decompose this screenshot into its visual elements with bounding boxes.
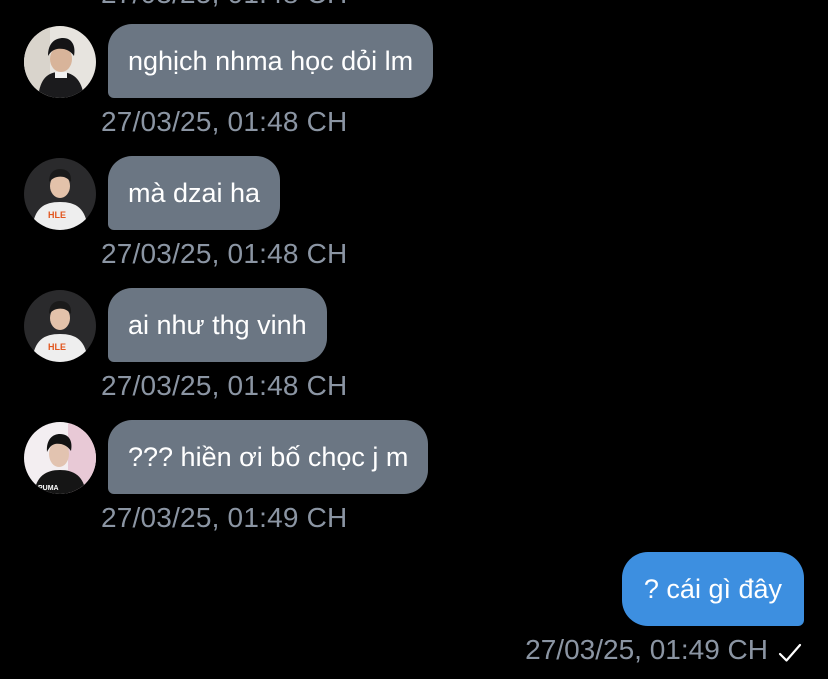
outgoing-message-timestamp: 27/03/25, 01:49 CH [525,634,768,665]
message-bubble[interactable]: ai như thg vinh [108,288,327,362]
message-bubble[interactable]: mà dzai ha [108,156,281,230]
outgoing-message-bubble[interactable]: ? cái gì đây [621,552,804,626]
hle-jersey-player-avatar-image: HLE [24,158,96,230]
message-bubble[interactable]: nghịch nhma học dỏi lm [108,24,434,98]
message-timestamp: 27/03/25, 01:48 CH [101,106,348,137]
svg-text:HLE: HLE [48,342,66,352]
svg-text:PUMA: PUMA [38,485,59,492]
timestamp: 27/03/25, 01:48 CH [101,0,347,10]
message-timestamp: 27/03/25, 01:48 CH [101,370,348,401]
avatar[interactable] [24,26,96,98]
message-timestamp: 27/03/25, 01:48 CH [101,238,348,269]
avatar[interactable]: HLE [24,158,96,230]
svg-text:HLE: HLE [48,210,66,220]
hle-jersey-player-avatar-image: HLE [24,290,96,362]
pink-background-person-avatar-image: PUMA [24,422,96,494]
check-icon [778,639,802,662]
avatar[interactable]: HLE [24,290,96,362]
avatar[interactable]: PUMA [24,422,96,494]
dark-hair-person-avatar-image [24,26,96,98]
outgoing-message-meta: 27/03/25, 01:49 CH [525,634,802,666]
message-timestamp: 27/03/25, 01:49 CH [101,502,348,533]
message-bubble[interactable]: ??? hiền ơi bố chọc j m [108,420,429,494]
